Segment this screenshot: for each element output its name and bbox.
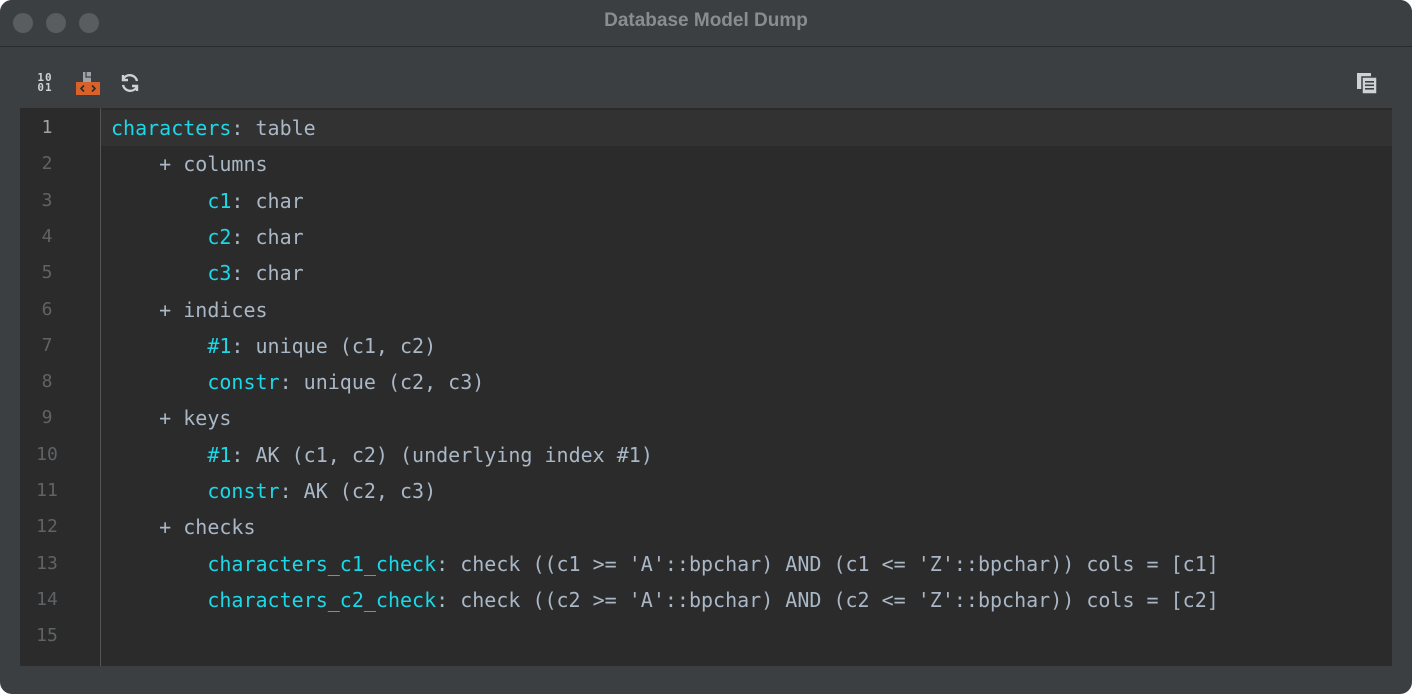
code-line: c3: char: [101, 255, 1392, 291]
line-number: 1: [20, 110, 74, 146]
code-key: #1: [207, 443, 231, 467]
line-number: 2: [20, 146, 74, 182]
code-line: characters_c1_check: check ((c1 >= 'A'::…: [101, 546, 1392, 582]
line-number: 9: [20, 400, 74, 436]
code-indent: [111, 298, 159, 322]
code-text: + keys: [159, 406, 231, 430]
window-title: Database Model Dump: [0, 10, 1412, 32]
code-indent: [111, 225, 207, 249]
copy-icon: [1355, 71, 1379, 95]
refresh-button[interactable]: [115, 68, 145, 98]
code-line: + indices: [101, 292, 1392, 328]
code-line: c2: char: [101, 219, 1392, 255]
line-number: 12: [20, 509, 74, 545]
code-text: : AK (c2, c3): [280, 479, 437, 503]
code-line: characters_c2_check: check ((c2 >= 'A'::…: [101, 582, 1392, 618]
line-number: 11: [20, 473, 74, 509]
binary-view-button[interactable]: 10 01: [30, 68, 60, 98]
line-number: 5: [20, 255, 74, 291]
code-indent: [111, 370, 207, 394]
dump-window: Database Model Dump 10 01: [0, 0, 1412, 694]
line-number-gutter: 123456789101112131415: [20, 108, 101, 666]
code-area[interactable]: characters: table + columns c1: char c2:…: [101, 108, 1392, 666]
code-line: + keys: [101, 400, 1392, 436]
code-key: c3: [207, 261, 231, 285]
binary-view-icon: 10 01: [37, 73, 52, 93]
line-number: 13: [20, 546, 74, 582]
code-line: constr: unique (c2, c3): [101, 364, 1392, 400]
line-number: 7: [20, 328, 74, 364]
code-indent: [111, 552, 207, 576]
code-line: + columns: [101, 146, 1392, 182]
code-indent: [111, 261, 207, 285]
line-number: 10: [20, 437, 74, 473]
code-text: : unique (c1, c2): [231, 334, 436, 358]
code-text: : check ((c1 >= 'A'::bpchar) AND (c1 <= …: [436, 552, 1219, 576]
code-line: characters: table: [101, 110, 1392, 146]
code-text: : unique (c2, c3): [280, 370, 485, 394]
ddl-source-button[interactable]: [73, 68, 103, 98]
ddl-source-icon: [75, 70, 101, 96]
code-key: characters_c2_check: [207, 588, 436, 612]
code-indent: [111, 588, 207, 612]
line-number: 8: [20, 364, 74, 400]
code-key: characters: [111, 116, 231, 140]
code-line: [101, 618, 1392, 654]
code-indent: [111, 152, 159, 176]
code-text: : char: [231, 225, 303, 249]
code-editor[interactable]: 123456789101112131415 characters: table …: [20, 108, 1392, 666]
code-text: : table: [231, 116, 315, 140]
code-indent: [111, 443, 207, 467]
code-indent: [111, 189, 207, 213]
line-number: 3: [20, 183, 74, 219]
code-indent: [111, 479, 207, 503]
code-text: : char: [231, 189, 303, 213]
line-number: 14: [20, 582, 74, 618]
copy-button[interactable]: [1352, 68, 1382, 98]
code-key: characters_c1_check: [207, 552, 436, 576]
code-key: constr: [207, 370, 279, 394]
code-key: constr: [207, 479, 279, 503]
line-number: 4: [20, 219, 74, 255]
code-text: : AK (c1, c2) (underlying index #1): [231, 443, 652, 467]
code-key: #1: [207, 334, 231, 358]
code-text: + columns: [159, 152, 267, 176]
code-line: constr: AK (c2, c3): [101, 473, 1392, 509]
line-number: 15: [20, 618, 74, 654]
code-text: : char: [231, 261, 303, 285]
code-key: c1: [207, 189, 231, 213]
code-line: c1: char: [101, 183, 1392, 219]
line-number: 6: [20, 292, 74, 328]
code-line: #1: AK (c1, c2) (underlying index #1): [101, 437, 1392, 473]
code-text: : check ((c2 >= 'A'::bpchar) AND (c2 <= …: [436, 588, 1219, 612]
code-text: + indices: [159, 298, 267, 322]
refresh-icon: [118, 71, 142, 95]
code-line: + checks: [101, 509, 1392, 545]
code-line: #1: unique (c1, c2): [101, 328, 1392, 364]
code-indent: [111, 334, 207, 358]
title-bar: Database Model Dump: [0, 0, 1412, 47]
code-indent: [111, 406, 159, 430]
code-text: + checks: [159, 515, 255, 539]
toolbar: 10 01: [20, 62, 1392, 106]
code-key: c2: [207, 225, 231, 249]
code-indent: [111, 515, 159, 539]
